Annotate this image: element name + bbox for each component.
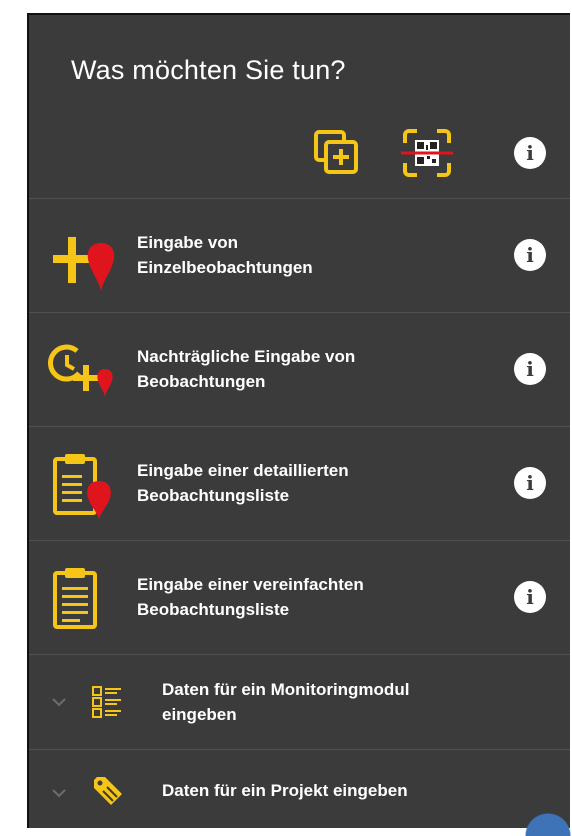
toolbar-info-button[interactable]: i [514, 137, 546, 169]
checklist-icon [92, 686, 121, 718]
menu-item-label: Eingabe einer detaillierten Beobachtungs… [137, 427, 467, 539]
action-dialog: Was möchten Sie tun? i Eingabe von Einze… [27, 13, 570, 828]
label-line: Beobachtungsliste [137, 600, 290, 619]
label-line: Eingabe einer vereinfachten [137, 575, 364, 594]
menu-item-nachtraegliche-eingabe[interactable]: Nachträgliche Eingabe von Beobachtungen … [29, 313, 570, 425]
qr-scan-icon [401, 129, 453, 177]
fab-edge [512, 812, 572, 836]
info-button[interactable]: i [514, 581, 546, 613]
clock-plus-marker-icon [47, 344, 113, 397]
toolbar: i [29, 123, 570, 183]
expand-projekt[interactable]: Daten für ein Projekt eingeben [29, 750, 570, 828]
qr-scan-button[interactable] [397, 123, 457, 183]
chevron-down-icon [52, 789, 66, 798]
left-edge [0, 0, 27, 836]
label-line: Eingabe von [137, 233, 239, 252]
label-line: Einzelbeobachtungen [137, 258, 313, 277]
label-line: eingeben [162, 705, 237, 724]
expand-label: Daten für ein Projekt eingeben [162, 780, 408, 800]
plus-marker-icon [53, 237, 115, 291]
bottom-edge [27, 828, 572, 836]
info-button[interactable]: i [514, 467, 546, 499]
clipboard-marker-icon [53, 454, 111, 519]
dialog-title: Was möchten Sie tun? [71, 55, 346, 85]
add-copy-icon [314, 130, 358, 174]
label-line: Eingabe einer detaillierten [137, 461, 349, 480]
info-button[interactable]: i [514, 239, 546, 271]
expand-monitoringmodul[interactable]: Daten für ein Monitoringmodul eingeben [29, 655, 570, 749]
chevron-down-icon [52, 698, 66, 707]
add-copy-button[interactable] [307, 123, 367, 183]
menu-item-einzelbeobachtungen[interactable]: Eingabe von Einzelbeobachtungen i [29, 199, 570, 311]
expand-label: Daten für ein Monitoringmodul eingeben [162, 655, 502, 749]
menu-item-label: Nachträgliche Eingabe von Beobachtungen [137, 313, 467, 425]
label-line: Beobachtungen [137, 372, 266, 391]
label-line: Beobachtungsliste [137, 486, 290, 505]
menu-item-label: Eingabe einer vereinfachten Beobachtungs… [137, 541, 467, 653]
menu-item-vereinfachte-liste[interactable]: Eingabe einer vereinfachten Beobachtungs… [29, 541, 570, 653]
label-line: Daten für ein Monitoringmodul [162, 680, 410, 699]
label-line: Nachträgliche Eingabe von [137, 347, 356, 366]
menu-item-label: Eingabe von Einzelbeobachtungen [137, 199, 467, 311]
clipboard-icon [53, 568, 97, 629]
tag-icon [94, 777, 122, 805]
menu-item-detaillierte-liste[interactable]: Eingabe einer detaillierten Beobachtungs… [29, 427, 570, 539]
info-button[interactable]: i [514, 353, 546, 385]
